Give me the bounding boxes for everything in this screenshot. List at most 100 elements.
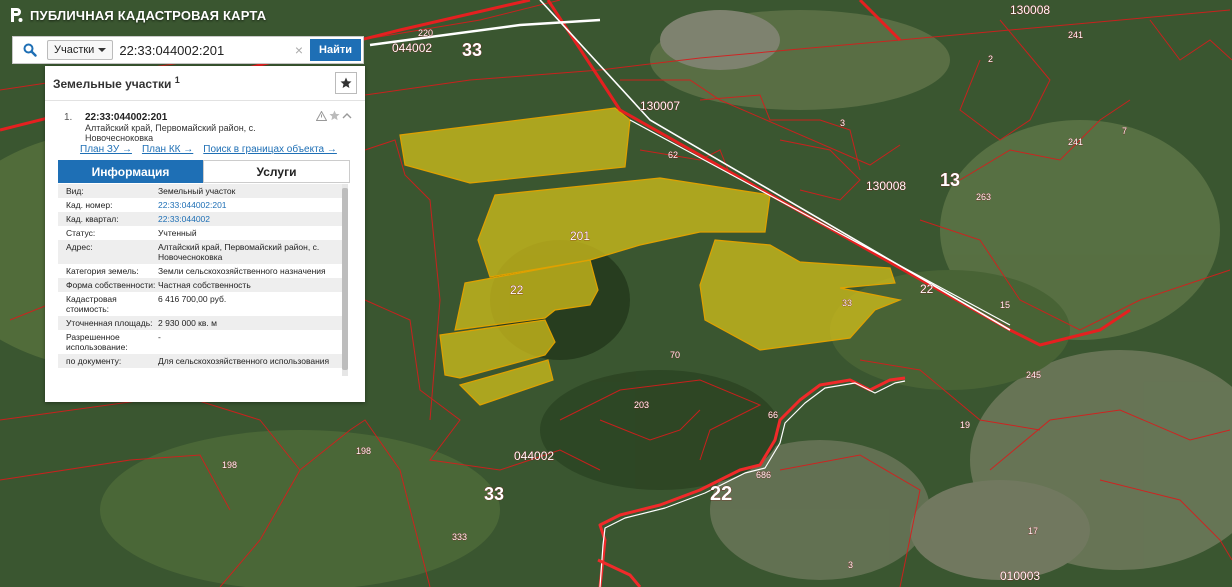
label-686: 686: [756, 470, 771, 480]
attr-key: Кад. номер:: [66, 200, 113, 210]
attr-row: Кадастровая стоимость: 6 416 700,00 руб.: [58, 292, 342, 316]
attr-key: Уточненная площадь:: [66, 318, 153, 328]
label-201: 201: [570, 229, 590, 243]
label-15: 15: [1000, 300, 1010, 310]
label-241-top: 241: [1068, 30, 1083, 40]
attr-row: Кад. номер: 22:33:044002:201: [58, 198, 342, 212]
label-198-left: 198: [222, 460, 237, 470]
caret-down-icon: [98, 48, 107, 52]
warning-icon[interactable]: [316, 110, 327, 121]
label-3-bottom: 3: [848, 560, 853, 570]
label-7: 7: [1122, 126, 1127, 136]
attr-value: -: [158, 332, 161, 342]
search-input[interactable]: [119, 40, 293, 60]
attr-value: Алтайский край, Первомайский район, с. Н…: [158, 242, 320, 262]
label-130007: 130007: [640, 99, 680, 113]
attr-value: Земли сельскохозяйственного назначения: [158, 266, 326, 276]
label-010003: 010003: [1000, 569, 1040, 583]
attr-key: Категория земель:: [66, 266, 139, 276]
attr-value: 6 416 700,00 руб.: [158, 294, 227, 304]
attr-value: Учтенный: [158, 228, 197, 238]
scrollbar-thumb[interactable]: [342, 188, 348, 370]
attr-row: Разрешенное использование: -: [58, 330, 342, 354]
attr-key: Адрес:: [66, 242, 93, 252]
attr-key: по документу:: [66, 356, 122, 366]
label-22-bottom: 22: [710, 483, 732, 505]
attr-value-link[interactable]: 22:33:044002:201: [158, 200, 342, 210]
attr-key: Вид:: [66, 186, 84, 196]
clear-icon[interactable]: ×: [292, 42, 306, 58]
panel-header: Земельные участки 1: [45, 66, 365, 101]
label-245: 245: [1026, 370, 1041, 380]
attributes-table: Вид: Земельный участок Кад. номер: 22:33:0…: [58, 184, 342, 396]
label-044002-bottom: 044002: [514, 449, 554, 463]
label-22-road: 22: [920, 282, 934, 296]
attr-row: Вид: Земельный участок: [58, 184, 342, 198]
label-33-bottom: 33: [484, 484, 504, 504]
label-70: 70: [670, 350, 680, 360]
label-241-mid: 241: [1068, 137, 1083, 147]
label-3-top: 3: [840, 118, 845, 128]
result-links: План ЗУ → План КК → Поиск в границах объ…: [80, 144, 337, 155]
attr-row: Уточненная площадь: 2 930 000 кв. м: [58, 316, 342, 330]
attr-value: 2 930 000 кв. м: [158, 318, 217, 328]
label-66: 66: [768, 410, 778, 420]
link-plan-kk[interactable]: План КК →: [142, 144, 193, 155]
label-263: 263: [976, 192, 991, 202]
result-number: 1.: [64, 112, 73, 123]
panel-title: Земельные участки 1: [53, 75, 180, 91]
attr-key: Кадастровая стоимость:: [66, 294, 117, 314]
label-19: 19: [960, 420, 970, 430]
attr-value: Земельный участок: [158, 186, 236, 196]
label-2: 2: [988, 54, 993, 64]
result-tools: [316, 110, 352, 121]
attr-key: Кад. квартал:: [66, 214, 119, 224]
info-tabs: Информация Услуги: [58, 160, 350, 183]
label-33-parcel: 33: [842, 298, 852, 308]
attr-value-link[interactable]: 22:33:044002: [158, 214, 342, 224]
attr-key: Статус:: [66, 228, 96, 238]
label-198-mid: 198: [356, 446, 371, 456]
label-220: 220: [418, 28, 433, 38]
results-count: 1: [174, 75, 180, 85]
result-cad-number[interactable]: 22:33:044002:201: [85, 112, 167, 123]
label-17: 17: [1028, 526, 1038, 536]
label-044002-top: 044002: [392, 41, 432, 55]
search-type-select[interactable]: Участки: [47, 40, 114, 60]
favorite-button[interactable]: [335, 72, 357, 94]
attr-row: Адрес: Алтайский край, Первомайский район…: [58, 240, 342, 264]
link-search-in-bounds[interactable]: Поиск в границах объекта →: [203, 144, 337, 155]
label-13: 13: [940, 170, 960, 190]
attr-row: Категория земель: Земли сельскохозяйствен…: [58, 264, 342, 278]
app-title: ПУБЛИЧНАЯ КАДАСТРОВАЯ КАРТА: [30, 7, 267, 23]
label-33-top: 33: [462, 40, 482, 60]
rosreestr-logo-icon: [11, 8, 23, 22]
panel-title-text: Земельные участки: [53, 77, 172, 91]
result-address: Алтайский край, Первомайский район, с. Н…: [85, 123, 256, 143]
attr-row: Кад. квартал: 22:33:044002: [58, 212, 342, 226]
search-icon-button[interactable]: [13, 37, 47, 63]
tab-info[interactable]: Информация: [58, 160, 203, 183]
attr-row: по документу: Для сельскохозяйственного и…: [58, 354, 342, 368]
app-header: ПУБЛИЧНАЯ КАДАСТРОВАЯ КАРТА: [8, 6, 266, 24]
label-130008-top: 130008: [1010, 3, 1050, 17]
attr-key: Разрешенное использование:: [66, 332, 128, 352]
label-62: 62: [668, 150, 678, 160]
star-outline-icon[interactable]: [329, 110, 340, 121]
search-bar: Участки × Найти: [12, 36, 364, 64]
link-plan-zu[interactable]: План ЗУ →: [80, 144, 132, 155]
find-button[interactable]: Найти: [310, 39, 361, 61]
tab-services[interactable]: Услуги: [203, 160, 350, 183]
attr-row: Форма собственности: Частная собственност…: [58, 278, 342, 292]
attr-value: Для сельскохозяйственного использования: [158, 356, 330, 366]
attributes-scrollbar[interactable]: [342, 184, 348, 376]
collapse-chevron-icon[interactable]: [342, 112, 352, 120]
search-type-label: Участки: [54, 44, 95, 56]
attr-key: Форма собственности:: [66, 280, 156, 290]
label-130008-mid: 130008: [866, 179, 906, 193]
label-333: 333: [452, 532, 467, 542]
attr-row: Статус: Учтенный: [58, 226, 342, 240]
label-203: 203: [634, 400, 649, 410]
attr-value: Частная собственность: [158, 280, 251, 290]
search-icon: [23, 43, 37, 57]
